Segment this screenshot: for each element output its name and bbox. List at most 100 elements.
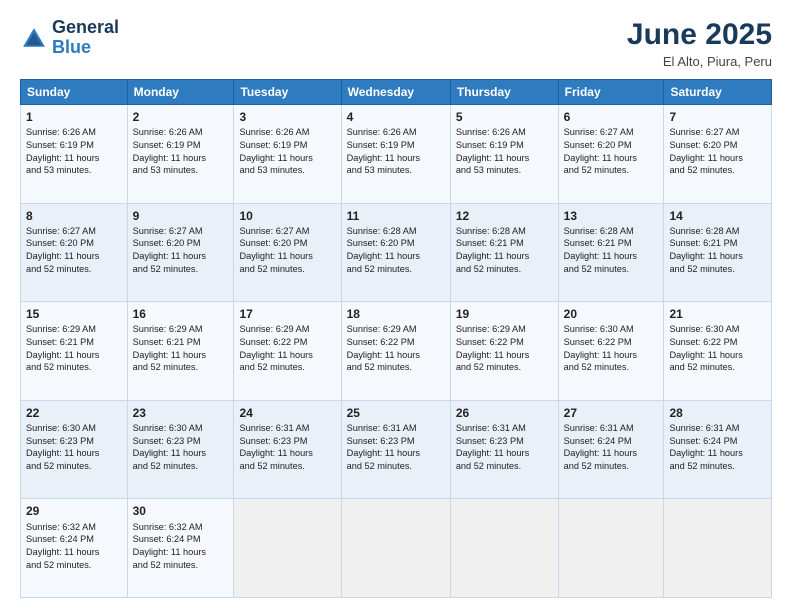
cell-content: Sunrise: 6:28 AMSunset: 6:21 PMDaylight:…	[456, 225, 553, 276]
day-number: 17	[239, 306, 335, 322]
col-header-tuesday: Tuesday	[234, 80, 341, 105]
calendar-cell: 25Sunrise: 6:31 AMSunset: 6:23 PMDayligh…	[341, 400, 450, 499]
calendar-cell: 11Sunrise: 6:28 AMSunset: 6:20 PMDayligh…	[341, 203, 450, 302]
day-number: 27	[564, 405, 659, 421]
cell-content: Sunrise: 6:29 AMSunset: 6:22 PMDaylight:…	[347, 323, 445, 374]
cell-content: Sunrise: 6:31 AMSunset: 6:23 PMDaylight:…	[456, 422, 553, 473]
calendar-week-4: 22Sunrise: 6:30 AMSunset: 6:23 PMDayligh…	[21, 400, 772, 499]
logo: General Blue	[20, 18, 119, 58]
cell-content: Sunrise: 6:32 AMSunset: 6:24 PMDaylight:…	[26, 521, 122, 572]
cell-content: Sunrise: 6:27 AMSunset: 6:20 PMDaylight:…	[239, 225, 335, 276]
calendar-cell: 17Sunrise: 6:29 AMSunset: 6:22 PMDayligh…	[234, 302, 341, 401]
page: General Blue June 2025 El Alto, Piura, P…	[0, 0, 792, 612]
calendar-cell: 2Sunrise: 6:26 AMSunset: 6:19 PMDaylight…	[127, 105, 234, 204]
header: General Blue June 2025 El Alto, Piura, P…	[20, 18, 772, 69]
calendar-cell: 5Sunrise: 6:26 AMSunset: 6:19 PMDaylight…	[450, 105, 558, 204]
calendar-table: SundayMondayTuesdayWednesdayThursdayFrid…	[20, 79, 772, 598]
cell-content: Sunrise: 6:31 AMSunset: 6:23 PMDaylight:…	[347, 422, 445, 473]
calendar-cell: 21Sunrise: 6:30 AMSunset: 6:22 PMDayligh…	[664, 302, 772, 401]
title-block: June 2025 El Alto, Piura, Peru	[627, 18, 772, 69]
calendar-cell: 8Sunrise: 6:27 AMSunset: 6:20 PMDaylight…	[21, 203, 128, 302]
calendar-cell: 15Sunrise: 6:29 AMSunset: 6:21 PMDayligh…	[21, 302, 128, 401]
cell-content: Sunrise: 6:30 AMSunset: 6:23 PMDaylight:…	[26, 422, 122, 473]
day-number: 28	[669, 405, 766, 421]
cell-content: Sunrise: 6:31 AMSunset: 6:24 PMDaylight:…	[669, 422, 766, 473]
cell-content: Sunrise: 6:29 AMSunset: 6:22 PMDaylight:…	[456, 323, 553, 374]
calendar-cell: 30 Sunrise: 6:32 AMSunset: 6:24 PMDayligh…	[127, 499, 234, 598]
calendar-week-1: 1Sunrise: 6:26 AMSunset: 6:19 PMDaylight…	[21, 105, 772, 204]
calendar-cell: 16Sunrise: 6:29 AMSunset: 6:21 PMDayligh…	[127, 302, 234, 401]
day-number: 14	[669, 208, 766, 224]
calendar-cell: 27Sunrise: 6:31 AMSunset: 6:24 PMDayligh…	[558, 400, 664, 499]
calendar-cell	[558, 499, 664, 598]
calendar-cell	[664, 499, 772, 598]
day-number: 29	[26, 503, 122, 519]
calendar-cell: 3Sunrise: 6:26 AMSunset: 6:19 PMDaylight…	[234, 105, 341, 204]
calendar-cell: 29 Sunrise: 6:32 AMSunset: 6:24 PMDayligh…	[21, 499, 128, 598]
day-number: 12	[456, 208, 553, 224]
calendar-cell: 9Sunrise: 6:27 AMSunset: 6:20 PMDaylight…	[127, 203, 234, 302]
cell-content: Sunrise: 6:26 AMSunset: 6:19 PMDaylight:…	[239, 126, 335, 177]
calendar-cell: 12Sunrise: 6:28 AMSunset: 6:21 PMDayligh…	[450, 203, 558, 302]
col-header-friday: Friday	[558, 80, 664, 105]
day-number: 23	[133, 405, 229, 421]
calendar-cell: 4Sunrise: 6:26 AMSunset: 6:19 PMDaylight…	[341, 105, 450, 204]
col-header-saturday: Saturday	[664, 80, 772, 105]
logo-icon	[20, 25, 48, 53]
day-number: 20	[564, 306, 659, 322]
day-number: 25	[347, 405, 445, 421]
location: El Alto, Piura, Peru	[627, 54, 772, 69]
col-header-wednesday: Wednesday	[341, 80, 450, 105]
col-header-sunday: Sunday	[21, 80, 128, 105]
calendar-week-2: 8Sunrise: 6:27 AMSunset: 6:20 PMDaylight…	[21, 203, 772, 302]
cell-content: Sunrise: 6:28 AMSunset: 6:21 PMDaylight:…	[564, 225, 659, 276]
day-number: 19	[456, 306, 553, 322]
day-number: 5	[456, 109, 553, 125]
cell-content: Sunrise: 6:28 AMSunset: 6:20 PMDaylight:…	[347, 225, 445, 276]
calendar-cell: 20Sunrise: 6:30 AMSunset: 6:22 PMDayligh…	[558, 302, 664, 401]
logo-text: General Blue	[52, 18, 119, 58]
calendar-cell: 7Sunrise: 6:27 AMSunset: 6:20 PMDaylight…	[664, 105, 772, 204]
calendar-cell: 24Sunrise: 6:31 AMSunset: 6:23 PMDayligh…	[234, 400, 341, 499]
day-number: 13	[564, 208, 659, 224]
calendar-cell: 28Sunrise: 6:31 AMSunset: 6:24 PMDayligh…	[664, 400, 772, 499]
day-number: 7	[669, 109, 766, 125]
calendar-cell: 26Sunrise: 6:31 AMSunset: 6:23 PMDayligh…	[450, 400, 558, 499]
cell-content: Sunrise: 6:29 AMSunset: 6:21 PMDaylight:…	[133, 323, 229, 374]
day-number: 24	[239, 405, 335, 421]
cell-content: Sunrise: 6:31 AMSunset: 6:23 PMDaylight:…	[239, 422, 335, 473]
cell-content: Sunrise: 6:32 AMSunset: 6:24 PMDaylight:…	[133, 521, 229, 572]
day-number: 6	[564, 109, 659, 125]
col-header-monday: Monday	[127, 80, 234, 105]
day-number: 16	[133, 306, 229, 322]
calendar-cell: 19Sunrise: 6:29 AMSunset: 6:22 PMDayligh…	[450, 302, 558, 401]
calendar-cell	[341, 499, 450, 598]
calendar-cell: 23Sunrise: 6:30 AMSunset: 6:23 PMDayligh…	[127, 400, 234, 499]
cell-content: Sunrise: 6:29 AMSunset: 6:21 PMDaylight:…	[26, 323, 122, 374]
day-number: 21	[669, 306, 766, 322]
calendar-cell: 1Sunrise: 6:26 AMSunset: 6:19 PMDaylight…	[21, 105, 128, 204]
cell-content: Sunrise: 6:30 AMSunset: 6:22 PMDaylight:…	[669, 323, 766, 374]
calendar-cell: 10Sunrise: 6:27 AMSunset: 6:20 PMDayligh…	[234, 203, 341, 302]
calendar-cell: 14Sunrise: 6:28 AMSunset: 6:21 PMDayligh…	[664, 203, 772, 302]
day-number: 18	[347, 306, 445, 322]
cell-content: Sunrise: 6:27 AMSunset: 6:20 PMDaylight:…	[564, 126, 659, 177]
calendar-header-row: SundayMondayTuesdayWednesdayThursdayFrid…	[21, 80, 772, 105]
col-header-thursday: Thursday	[450, 80, 558, 105]
cell-content: Sunrise: 6:26 AMSunset: 6:19 PMDaylight:…	[133, 126, 229, 177]
calendar-cell: 22Sunrise: 6:30 AMSunset: 6:23 PMDayligh…	[21, 400, 128, 499]
cell-content: Sunrise: 6:30 AMSunset: 6:22 PMDaylight:…	[564, 323, 659, 374]
day-number: 4	[347, 109, 445, 125]
day-number: 2	[133, 109, 229, 125]
cell-content: Sunrise: 6:27 AMSunset: 6:20 PMDaylight:…	[26, 225, 122, 276]
day-number: 3	[239, 109, 335, 125]
cell-content: Sunrise: 6:27 AMSunset: 6:20 PMDaylight:…	[669, 126, 766, 177]
cell-content: Sunrise: 6:27 AMSunset: 6:20 PMDaylight:…	[133, 225, 229, 276]
calendar-cell: 13Sunrise: 6:28 AMSunset: 6:21 PMDayligh…	[558, 203, 664, 302]
month-title: June 2025	[627, 18, 772, 52]
cell-content: Sunrise: 6:26 AMSunset: 6:19 PMDaylight:…	[26, 126, 122, 177]
cell-content: Sunrise: 6:26 AMSunset: 6:19 PMDaylight:…	[347, 126, 445, 177]
day-number: 30	[133, 503, 229, 519]
day-number: 8	[26, 208, 122, 224]
calendar-cell: 18Sunrise: 6:29 AMSunset: 6:22 PMDayligh…	[341, 302, 450, 401]
